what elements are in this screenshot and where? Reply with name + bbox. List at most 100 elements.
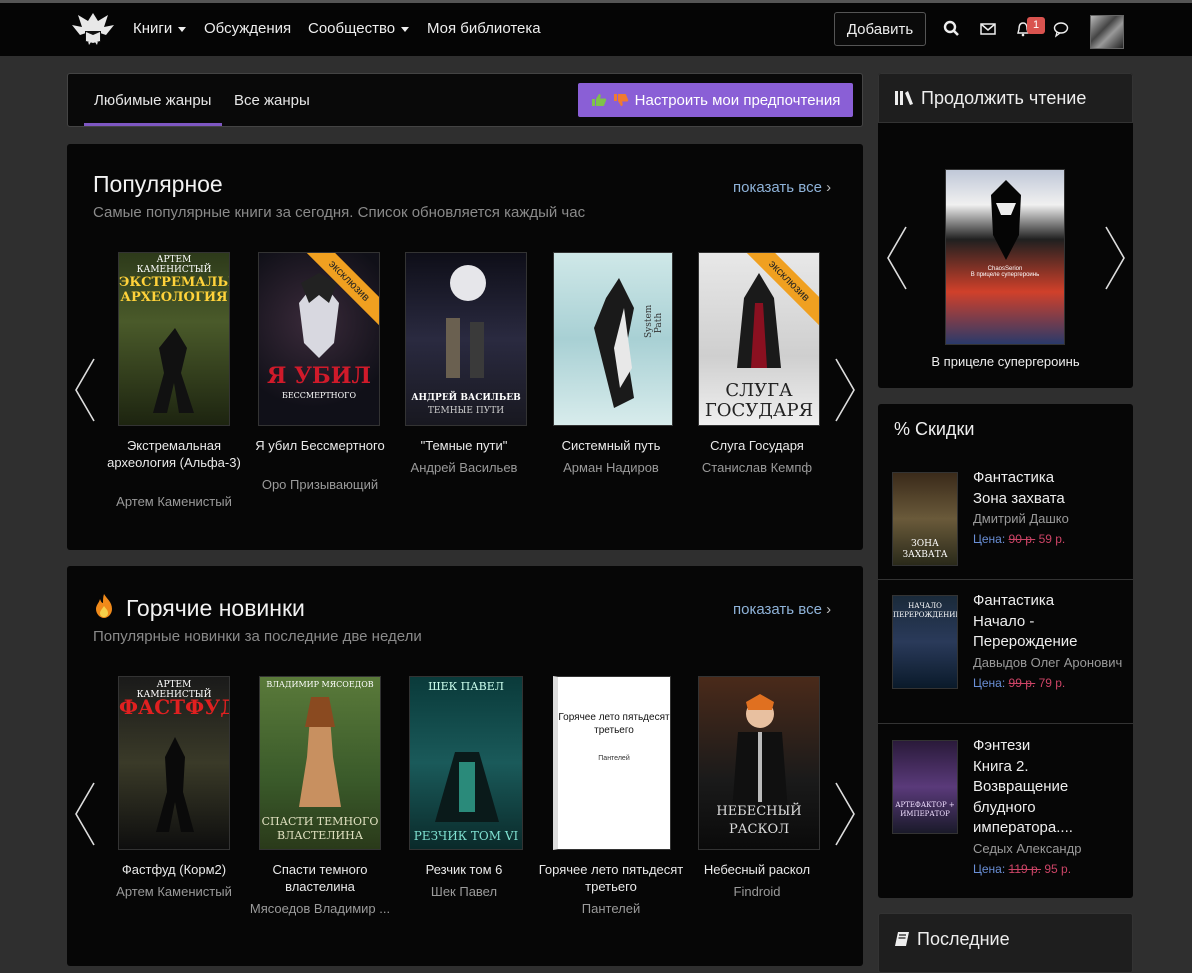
deal-cover[interactable]: НАЧАЛО ПЕРЕРОЖДЕНИЕ bbox=[892, 595, 958, 689]
search-icon[interactable] bbox=[943, 20, 961, 38]
chat-icon[interactable] bbox=[1052, 20, 1070, 38]
book-author[interactable]: Оро Призывающий bbox=[247, 476, 393, 493]
popular-title: Популярное bbox=[93, 171, 223, 197]
nav-community[interactable]: Сообщество bbox=[308, 20, 410, 37]
popular-show-all-link[interactable]: показать все › bbox=[733, 179, 831, 196]
nav-books[interactable]: Книги bbox=[133, 20, 187, 37]
cover-title-text: АРТЕФАКТОР + ИМПЕРАТОР bbox=[895, 801, 955, 818]
chevron-right-icon: › bbox=[826, 601, 832, 618]
book-title[interactable]: Небесный раскол bbox=[684, 861, 830, 878]
popular-prev-arrow[interactable] bbox=[72, 357, 98, 423]
hot-new-prev-arrow[interactable] bbox=[72, 781, 98, 847]
configure-preferences-button[interactable]: Настроить мои предпочтения bbox=[578, 83, 853, 117]
book-title[interactable]: Слуга Государя bbox=[684, 437, 830, 454]
nav-discussions[interactable]: Обсуждения bbox=[204, 20, 291, 37]
book-cover[interactable]: СЛУГА ГОСУДАРЯ эксклюзив bbox=[698, 252, 820, 426]
cover-subtitle-text: БЕССМЕРТНОГО bbox=[281, 391, 357, 400]
cover-figure-image bbox=[299, 697, 341, 807]
cover-figure-image bbox=[732, 694, 788, 812]
cover-author-text: ШЕК ПАВЕЛ bbox=[428, 680, 504, 693]
continue-prev-arrow[interactable] bbox=[884, 225, 910, 291]
cover-title-text: НАЧАЛО ПЕРЕРОЖДЕНИЕ bbox=[893, 602, 958, 619]
price-label: Цена: bbox=[973, 532, 1006, 546]
book-title[interactable]: Горячее лето пятьдесят третьего bbox=[538, 861, 684, 895]
user-avatar[interactable] bbox=[1090, 15, 1124, 49]
hot-new-next-arrow[interactable] bbox=[832, 781, 858, 847]
chevron-right-icon: › bbox=[826, 179, 832, 196]
cover-author-text: Пантелей bbox=[598, 755, 630, 762]
book-cover[interactable]: System Path bbox=[553, 252, 673, 426]
cover-figure-image bbox=[153, 328, 194, 413]
deal-title[interactable]: Книга 2. Возвращение блудного императора… bbox=[973, 757, 1123, 839]
deal-cover[interactable]: ЗОНА ЗАХВАТА bbox=[892, 472, 958, 566]
deal-author[interactable]: Давыдов Олег Аронович bbox=[973, 653, 1123, 673]
mail-icon[interactable] bbox=[979, 20, 997, 38]
top-navbar: Книги Обсуждения Сообщество Моя библиоте… bbox=[0, 0, 1192, 56]
genre-tabs-panel: Любимые жанры Все жанры Настроить мои пр… bbox=[67, 73, 863, 127]
thumbs-down-icon bbox=[613, 94, 628, 106]
popular-next-arrow[interactable] bbox=[832, 357, 858, 423]
book-title[interactable]: Резчик том 6 bbox=[391, 861, 537, 878]
book-author[interactable]: Шек Павел bbox=[391, 883, 537, 900]
nav-discussions-label: Обсуждения bbox=[204, 20, 292, 37]
hot-new-subtitle: Популярные новинки за последние две неде… bbox=[93, 628, 422, 645]
latest-title: Последние bbox=[917, 929, 1010, 949]
book-title[interactable]: "Темные пути" bbox=[391, 437, 537, 454]
deal-title[interactable]: Начало - Перерождение bbox=[973, 612, 1123, 653]
old-price: 119 р. bbox=[1008, 861, 1042, 876]
book-cover[interactable]: Горячее лето пятьдесят третьего Пантелей bbox=[553, 676, 671, 850]
hot-new-show-all-link[interactable]: показать все › bbox=[733, 601, 831, 618]
book-cover[interactable]: АРТЕМ КАМЕНИСТЫЙ ЭКСТРЕМАЛЬНАЯ АРХЕОЛОГИ… bbox=[118, 252, 230, 426]
book-cover[interactable]: ВЛАДИМИР МЯСОЕДОВ СПАСТИ ТЕМНОГО ВЛАСТЕЛ… bbox=[259, 676, 381, 850]
tab-favorite-genres[interactable]: Любимые жанры bbox=[94, 92, 211, 109]
nav-my-library[interactable]: Моя библиотека bbox=[427, 20, 541, 37]
book-title[interactable]: Спасти темного властелина bbox=[247, 861, 393, 895]
deal-info: Фэнтези Книга 2. Возвращение блудного им… bbox=[973, 736, 1123, 879]
cover-title-text: ЗОНА ЗАХВАТА bbox=[902, 539, 948, 560]
site-logo-icon[interactable] bbox=[70, 9, 116, 51]
hot-new-title: Горячие новинки bbox=[126, 595, 305, 621]
price-label: Цена: bbox=[973, 675, 1006, 690]
add-button[interactable]: Добавить bbox=[834, 12, 926, 46]
chevron-down-icon bbox=[401, 26, 410, 32]
deal-genre: Фантастика bbox=[973, 469, 1055, 486]
continue-next-arrow[interactable] bbox=[1102, 225, 1128, 291]
book-author[interactable]: Арман Надиров bbox=[538, 459, 684, 476]
book-icon bbox=[895, 932, 909, 946]
deal-author[interactable]: Дмитрий Дашко bbox=[973, 509, 1123, 529]
book-title[interactable]: Системный путь bbox=[538, 437, 684, 454]
active-tab-indicator bbox=[84, 123, 222, 126]
cover-title-text: ChaosSerion В прицеле супергероинь bbox=[970, 266, 1040, 278]
book-cover[interactable]: АРТЕМ КАМЕНИСТЫЙ ФАСТФУД bbox=[118, 676, 230, 850]
book-author[interactable]: Мясоедов Владимир ... bbox=[247, 900, 393, 917]
book-author[interactable]: Пантелей bbox=[538, 900, 684, 917]
book-title[interactable]: Экстремальная археология (Альфа-3) bbox=[101, 437, 247, 471]
continue-book-title[interactable]: В прицеле супергероинь bbox=[878, 354, 1133, 369]
book-cover[interactable]: НЕБЕСНЫЙ РАСКОЛ bbox=[698, 676, 820, 850]
book-author[interactable]: Findroid bbox=[684, 883, 830, 900]
book-author[interactable]: Артем Каменистый bbox=[101, 493, 247, 510]
book-cover[interactable]: Я УБИЛ БЕССМЕРТНОГО эксклюзив bbox=[258, 252, 380, 426]
book-author[interactable]: Андрей Васильев bbox=[391, 459, 537, 476]
latest-panel: Последние bbox=[878, 913, 1133, 973]
divider bbox=[878, 723, 1133, 724]
book-author[interactable]: Станислав Кемпф bbox=[684, 459, 830, 476]
books-icon bbox=[895, 91, 913, 105]
cover-title-text: ФАСТФУД bbox=[119, 695, 230, 719]
deal-cover[interactable]: АРТЕФАКТОР + ИМПЕРАТОР bbox=[892, 740, 958, 834]
book-cover[interactable]: ШЕК ПАВЕЛ РЕЗЧИК ТОМ VI bbox=[409, 676, 523, 850]
tab-all-genres[interactable]: Все жанры bbox=[234, 92, 310, 109]
book-title[interactable]: Я убил Бессмертного bbox=[247, 437, 393, 454]
book-author[interactable]: Артем Каменистый bbox=[101, 883, 247, 900]
deal-author[interactable]: Седых Александр bbox=[973, 839, 1123, 859]
show-all-label: показать все bbox=[733, 601, 822, 618]
continue-reading-cover[interactable]: ChaosSerion В прицеле супергероинь bbox=[945, 169, 1065, 345]
cover-title-text: НЕБЕСНЫЙ РАСКОЛ bbox=[716, 804, 802, 837]
deal-title[interactable]: Зона захвата bbox=[973, 489, 1123, 510]
book-title[interactable]: Фастфуд (Корм2) bbox=[101, 861, 247, 878]
book-cover[interactable]: АНДРЕЙ ВАСИЛЬЕВ ТЕМНЫЕ ПУТИ bbox=[405, 252, 527, 426]
continue-reading-header: Продолжить чтение bbox=[878, 73, 1133, 123]
cover-title-text: Я УБИЛ bbox=[267, 363, 371, 389]
nav-community-label: Сообщество bbox=[308, 20, 396, 37]
cover-title-text: Горячее лето пятьдесят третьего bbox=[558, 712, 670, 736]
